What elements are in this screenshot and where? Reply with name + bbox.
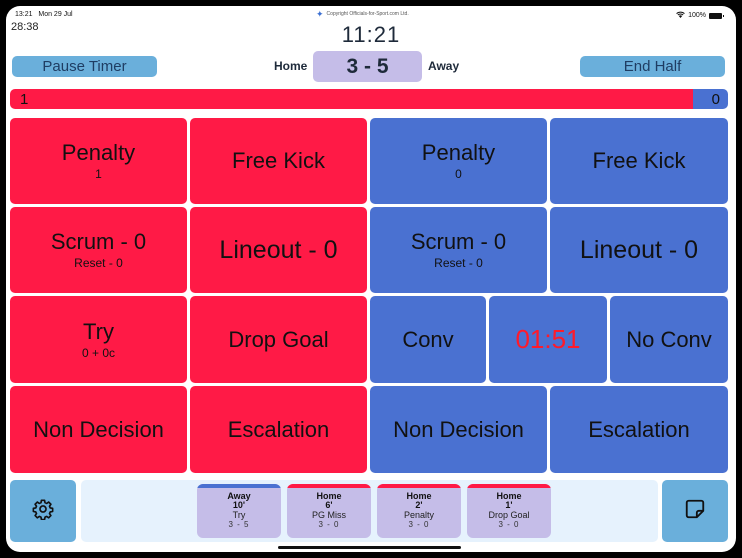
label: Lineout - 0	[219, 236, 338, 264]
copyright-notice: ✦ Copyright Officials-for-Sport.com Ltd.	[316, 9, 409, 19]
settings-button[interactable]	[10, 480, 76, 542]
wifi-icon	[676, 11, 685, 20]
home-free-kick-button[interactable]: Free Kick	[190, 118, 367, 204]
match-clock: 11:21	[341, 22, 401, 47]
away-conv-button[interactable]: Conv	[370, 296, 486, 383]
home-drop-goal-button[interactable]: Drop Goal	[190, 296, 367, 383]
team-color-stripe	[467, 484, 551, 488]
clock-date: Mon 29 Jul	[38, 11, 73, 18]
try-count: 0 + 0c	[81, 345, 116, 360]
away-escalation-button[interactable]: Escalation	[550, 386, 728, 473]
label: Non Decision	[33, 416, 164, 442]
score-display: 3 - 5	[313, 51, 422, 82]
sticky-note-icon	[684, 498, 706, 525]
home-lineout-button[interactable]: Lineout - 0	[190, 207, 367, 293]
label: Lineout - 0	[579, 236, 699, 264]
log-entry[interactable]: Home 2' Penalty 3 - 0	[377, 484, 461, 538]
label: Non Decision	[393, 416, 524, 442]
app-screen: 13:21 Mon 29 Jul 100% 28:38 ✦ Copyright …	[6, 6, 736, 552]
count: 0	[455, 167, 462, 181]
away-penalty-button[interactable]: Penalty 0	[370, 118, 547, 204]
copyright-text: Copyright Officials-for-Sport.com Ltd.	[326, 11, 409, 17]
log-minute: 2'	[415, 500, 423, 510]
battery-percent: 100%	[688, 12, 706, 19]
battery-icon	[709, 12, 724, 19]
log-score: 3 - 0	[498, 520, 520, 529]
action-grid: Penalty 1 Free Kick Penalty 0 Free Kick …	[10, 118, 728, 474]
brand-logo-icon: ✦	[316, 9, 324, 19]
end-half-button[interactable]: End Half	[580, 56, 725, 77]
label: Scrum - 0	[50, 229, 147, 254]
notes-button[interactable]	[662, 480, 728, 542]
log-entry[interactable]: Home 6' PG Miss 3 - 0	[287, 484, 371, 538]
home-try-button[interactable]: Try 0 + 0c	[10, 296, 187, 383]
away-team-label: Away	[428, 59, 460, 73]
gear-icon	[32, 498, 54, 525]
home-non-decision-button[interactable]: Non Decision	[10, 386, 187, 473]
home-escalation-button[interactable]: Escalation	[190, 386, 367, 473]
home-penalty-button[interactable]: Penalty 1	[10, 118, 187, 204]
away-scrum-button[interactable]: Scrum - 0 Reset - 0	[370, 207, 547, 293]
conversion-timer: 01:51	[489, 296, 607, 383]
away-lineout-button[interactable]: Lineout - 0	[550, 207, 728, 293]
clock-time: 13:21	[15, 11, 33, 18]
reset-count: Reset - 0	[74, 256, 123, 270]
possession-away: 0	[693, 89, 728, 109]
away-free-kick-button[interactable]: Free Kick	[550, 118, 728, 204]
label: Drop Goal	[228, 326, 329, 352]
label: Escalation	[227, 416, 330, 442]
team-color-stripe	[197, 484, 281, 488]
log-minute: 1'	[505, 500, 513, 510]
log-minute: 6'	[325, 500, 333, 510]
team-color-stripe	[377, 484, 461, 488]
log-score: 3 - 0	[408, 520, 430, 529]
away-non-decision-button[interactable]: Non Decision	[370, 386, 547, 473]
event-log[interactable]: Away 10' Try 3 - 5 Home 6' PG Miss 3 - 0…	[81, 480, 658, 542]
status-bar-time: 13:21 Mon 29 Jul	[15, 11, 73, 18]
log-entry[interactable]: Home 1' Drop Goal 3 - 0	[467, 484, 551, 538]
count: 1	[95, 167, 102, 181]
log-entry[interactable]: Away 10' Try 3 - 5	[197, 484, 281, 538]
log-minute: 10'	[232, 500, 246, 510]
home-scrum-button[interactable]: Scrum - 0 Reset - 0	[10, 207, 187, 293]
reset-count: Reset - 0	[434, 256, 483, 270]
home-team-label: Home	[274, 59, 308, 73]
label: Penalty	[61, 140, 136, 165]
label: No Conv	[626, 326, 712, 352]
log-score: 3 - 5	[228, 520, 250, 529]
possession-bar: 1 0	[10, 89, 728, 109]
log-score: 3 - 0	[318, 520, 340, 529]
label: Escalation	[588, 416, 690, 442]
status-bar-right: 100%	[676, 11, 724, 20]
label: Scrum - 0	[410, 229, 507, 254]
footer-bar: Away 10' Try 3 - 5 Home 6' PG Miss 3 - 0…	[10, 480, 728, 544]
team-color-stripe	[287, 484, 371, 488]
possession-home: 1	[10, 89, 693, 109]
label: Free Kick	[232, 148, 325, 173]
label: Conv	[402, 326, 454, 352]
label: Free Kick	[592, 148, 686, 173]
pause-timer-button[interactable]: Pause Timer	[12, 56, 157, 77]
home-indicator[interactable]	[278, 546, 461, 549]
label: Try	[83, 318, 114, 344]
away-no-conv-button[interactable]: No Conv	[610, 296, 728, 383]
label: Penalty	[421, 140, 496, 165]
conversion-countdown: 01:51	[515, 324, 581, 354]
